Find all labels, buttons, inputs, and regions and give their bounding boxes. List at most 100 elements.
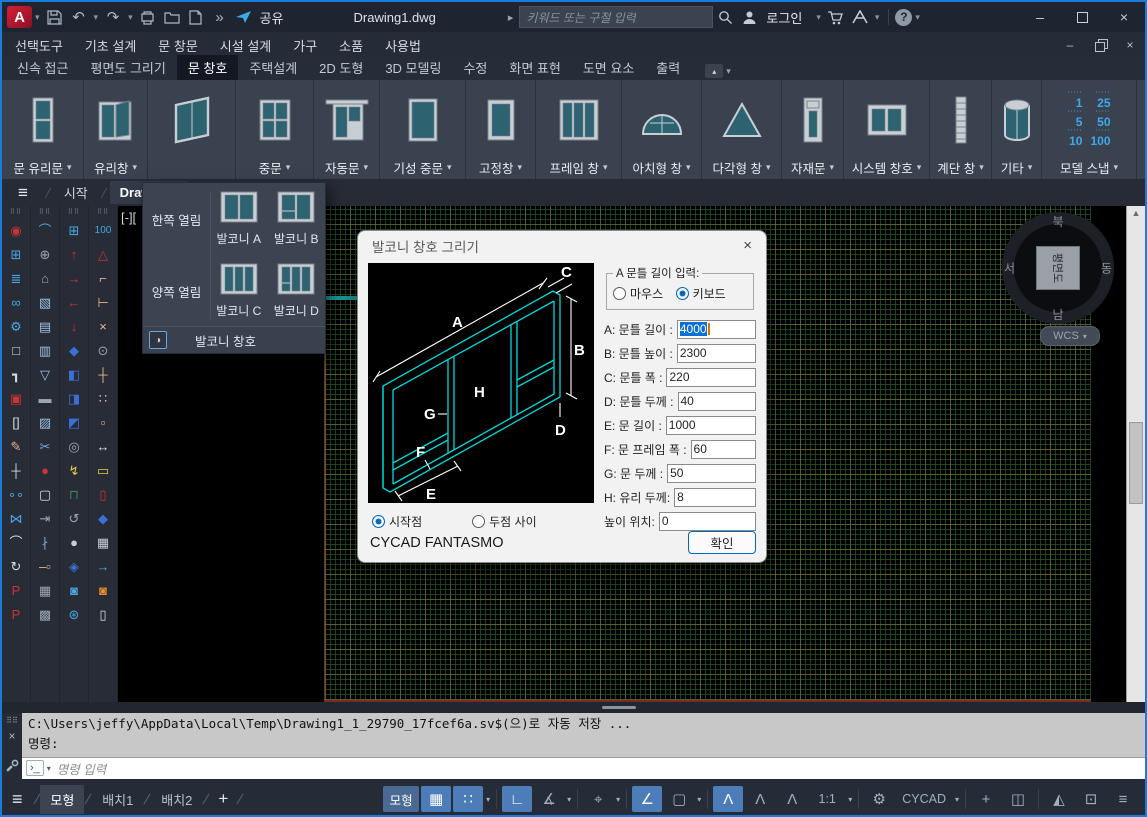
autodesk-mark-icon[interactable] bbox=[849, 6, 871, 28]
share-plane-icon[interactable] bbox=[233, 6, 255, 28]
tool-move-icon[interactable]: ┼ bbox=[4, 459, 28, 483]
tool-dim-point-icon[interactable]: ▫ bbox=[91, 411, 115, 435]
tool-door-panel-2-icon[interactable]: ◨ bbox=[62, 387, 86, 411]
tool-copy-solid-icon[interactable]: ▨ bbox=[33, 411, 57, 435]
command-prompt-icon[interactable]: ›_ bbox=[26, 760, 44, 776]
isometric-drafting-toggle[interactable]: ⌖ bbox=[583, 786, 613, 812]
tool-snap-100-icon[interactable]: 100 bbox=[91, 219, 115, 243]
annotation-autoscale-toggle[interactable]: Λ bbox=[745, 786, 775, 812]
field-input-5[interactable]: 1000 bbox=[666, 416, 756, 435]
tool-p-marker-1-icon[interactable]: P bbox=[4, 579, 28, 603]
toolbar-grip-icon[interactable]: ⠿⠿ bbox=[10, 208, 22, 218]
tool-union-solid-icon[interactable]: ▥ bbox=[33, 339, 57, 363]
ribbon-button-fixed-window[interactable]: 고정창▾ bbox=[466, 80, 536, 179]
tool-dim-linear-icon[interactable]: ⊢ bbox=[91, 291, 115, 315]
tool-cube-small-icon[interactable]: ◆ bbox=[91, 507, 115, 531]
ribbon-tab[interactable]: 평면도 그리기 bbox=[79, 55, 176, 80]
command-settings-wrench-icon[interactable] bbox=[5, 759, 19, 778]
ribbon-tab[interactable]: 화면 표현 bbox=[498, 55, 571, 80]
menu-item-5[interactable]: 가구 bbox=[282, 36, 328, 55]
keyboard-radio-label[interactable]: 키보드 bbox=[693, 287, 726, 301]
isometric-caret-icon[interactable]: ▾ bbox=[616, 795, 620, 804]
mouse-radio[interactable] bbox=[613, 287, 626, 300]
ribbon-button-middle-door[interactable]: 중문▾ bbox=[236, 80, 314, 179]
tool-export-wmf-icon[interactable]: → bbox=[91, 555, 115, 579]
ribbon-button-stair-window[interactable]: 계단 창▾ bbox=[930, 80, 992, 179]
annotation-monitor-toggle[interactable]: + bbox=[971, 786, 1001, 812]
ribbon-tab[interactable]: 도면 요소 bbox=[572, 55, 645, 80]
tool-circle-center-icon[interactable]: ⊕ bbox=[33, 243, 57, 267]
balcony-item-d[interactable]: 발코니 D bbox=[274, 263, 319, 319]
tool-column-tool-icon[interactable]: ≣ bbox=[4, 267, 28, 291]
undo-icon[interactable]: ↶ bbox=[68, 6, 90, 28]
menu-item-3[interactable]: 문 창문 bbox=[147, 36, 209, 55]
snap-mode-caret-icon[interactable]: ▾ bbox=[486, 795, 490, 804]
tool-move-up-red-icon[interactable]: ↑ bbox=[62, 243, 86, 267]
ribbon-tab[interactable]: 주택설계 bbox=[238, 55, 308, 80]
tool-dark-window-icon[interactable]: ▦ bbox=[91, 531, 115, 555]
toolbar-grip-icon[interactable]: ⠿⠿ bbox=[97, 208, 109, 218]
close-button[interactable]: × bbox=[1103, 2, 1145, 32]
customization-menu[interactable]: ≡ bbox=[1108, 786, 1138, 812]
ribbon-tab[interactable]: 출력 bbox=[645, 55, 691, 80]
annotation-scale-caret-icon[interactable]: ▾ bbox=[848, 795, 852, 804]
tool-dim-cross-icon[interactable]: × bbox=[91, 315, 115, 339]
dialog-title-bar[interactable]: 발코니 창호 그리기 bbox=[358, 231, 766, 261]
scroll-up-icon[interactable]: ▲ bbox=[1127, 208, 1145, 218]
tool-window-grid-icon[interactable]: ⊞ bbox=[4, 243, 28, 267]
tool-door-panel-1-icon[interactable]: ◧ bbox=[62, 363, 86, 387]
ribbon-tab[interactable]: 수정 bbox=[452, 55, 498, 80]
dropdown-footer[interactable]: ◑ 발코니 창호 bbox=[143, 326, 325, 353]
tool-extend-icon[interactable]: ⇥ bbox=[33, 507, 57, 531]
balcony-item-b[interactable]: 발코니 B bbox=[274, 191, 318, 247]
toolbar-grip-icon[interactable]: ⠿⠿ bbox=[68, 208, 80, 218]
tool-match-properties-icon[interactable]: ◉ bbox=[4, 219, 28, 243]
doc-minimize-button[interactable]: – bbox=[1055, 33, 1085, 57]
wcs-button[interactable]: WCS ▾ bbox=[1040, 326, 1100, 346]
tool-link-objects-icon[interactable]: ⊛ bbox=[62, 603, 86, 627]
field-input-6[interactable]: 60 bbox=[691, 440, 756, 459]
app-logo-caret-icon[interactable]: ▾ bbox=[35, 12, 40, 23]
model-space-indicator[interactable]: 모형 bbox=[383, 786, 419, 812]
tool-polyline-bend-icon[interactable]: ┓ bbox=[4, 363, 28, 387]
tool-view-cube-icon[interactable]: ◈ bbox=[62, 555, 86, 579]
maximize-button[interactable] bbox=[1061, 2, 1103, 32]
field-input-1[interactable]: 4000 bbox=[677, 320, 756, 339]
menu-item-4[interactable]: 시설 설계 bbox=[209, 36, 282, 55]
snap-mode-toggle[interactable]: ∷ bbox=[453, 786, 483, 812]
ribbon-tab[interactable]: 신속 접근 bbox=[6, 55, 79, 80]
field-input-8[interactable]: 8 bbox=[674, 488, 756, 507]
splitter-handle[interactable] bbox=[602, 706, 636, 709]
grid-display-toggle[interactable]: ▦ bbox=[421, 786, 451, 812]
tool-brackets-icon[interactable]: [] bbox=[4, 411, 28, 435]
annotation-visibility-toggle[interactable]: Λ bbox=[713, 786, 743, 812]
redo-icon[interactable]: ↷ bbox=[102, 6, 124, 28]
two-point-label[interactable]: 두점 사이 bbox=[489, 513, 537, 530]
menu-item-6[interactable]: 소품 bbox=[328, 36, 374, 55]
tool-dim-baseline-icon[interactable]: ∷ bbox=[91, 387, 115, 411]
ribbon-button-polygon-window[interactable]: 다각형 창▾ bbox=[702, 80, 782, 179]
start-point-label[interactable]: 시작점 bbox=[389, 513, 422, 530]
tool-explode-icon[interactable]: ● bbox=[33, 459, 57, 483]
viewport-controls-label[interactable]: [-][ bbox=[121, 210, 136, 225]
tool-ruler-icon[interactable]: ▭ bbox=[91, 459, 115, 483]
tool-camera-icon[interactable]: ◙ bbox=[62, 579, 86, 603]
workspace-caret-icon[interactable]: ▾ bbox=[955, 795, 959, 804]
login-caret-icon[interactable]: ▾ bbox=[816, 12, 821, 23]
command-prompt-caret-icon[interactable]: ▾ bbox=[47, 764, 51, 773]
file-tab-start[interactable]: 시작 bbox=[54, 179, 98, 206]
palette-close-icon[interactable]: × bbox=[8, 729, 15, 743]
isolate-objects-toggle[interactable]: ◫ bbox=[1003, 786, 1033, 812]
menu-item-7[interactable]: 사용법 bbox=[374, 36, 432, 55]
ortho-mode-toggle[interactable]: ∟ bbox=[502, 786, 532, 812]
layout-tab-layout1[interactable]: 배치1 bbox=[92, 785, 143, 814]
tool-leader-icon[interactable]: ⌐ bbox=[91, 267, 115, 291]
balcony-item-a[interactable]: 발코니 A bbox=[217, 191, 261, 247]
help-icon[interactable]: ? bbox=[895, 9, 912, 26]
ribbon-button-auto-door[interactable]: 자동문▾ bbox=[314, 80, 380, 179]
save-icon[interactable] bbox=[44, 6, 66, 28]
workspace-name[interactable]: CYCAD bbox=[896, 786, 952, 812]
search-input[interactable]: 키워드 또는 구절 입력 bbox=[519, 6, 713, 28]
menu-item-1[interactable]: 선택도구 bbox=[4, 36, 74, 55]
app-logo[interactable]: A bbox=[7, 6, 32, 28]
